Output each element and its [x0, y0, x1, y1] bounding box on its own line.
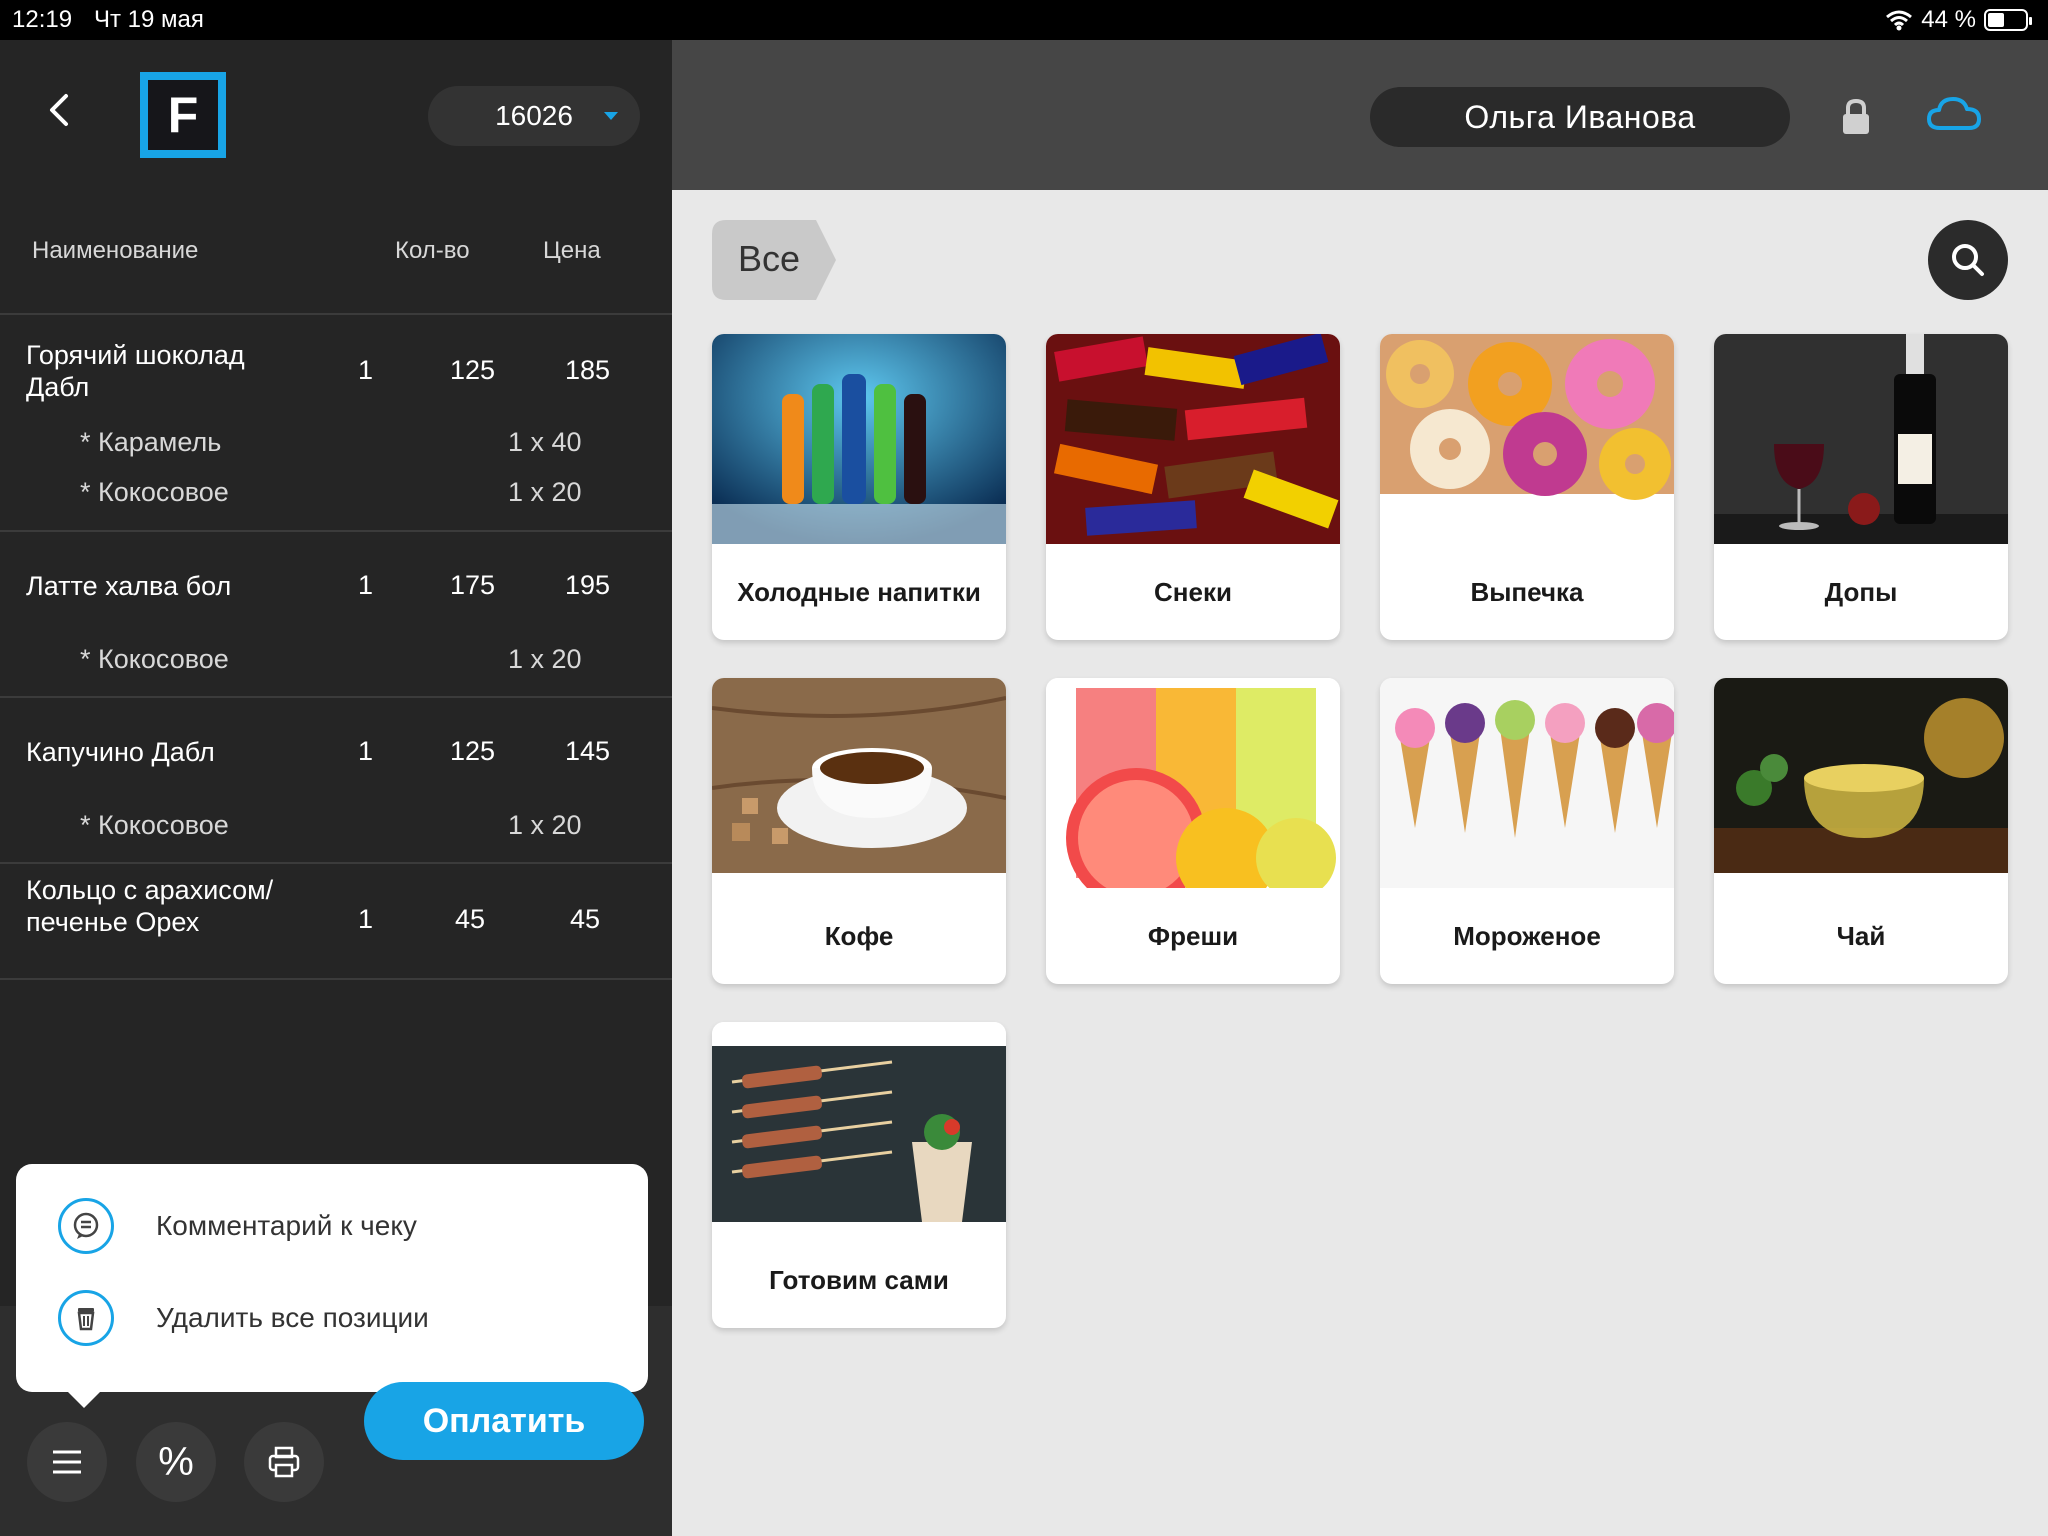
- print-button[interactable]: [244, 1422, 324, 1502]
- category-label: Выпечка: [1470, 577, 1584, 607]
- tea-image: [1714, 678, 2008, 888]
- wifi-icon: [1886, 10, 1913, 31]
- modifier-name: * Кокосовое: [80, 477, 229, 507]
- modifier-name: * Карамель: [80, 427, 222, 457]
- cold-drinks-image: [712, 334, 1006, 544]
- fresh-juice-image: [1046, 678, 1340, 888]
- app-logo: F: [140, 72, 226, 158]
- category-card-cold-drinks[interactable]: Холодные напитки: [712, 334, 1006, 640]
- coffee-image: [712, 678, 1006, 888]
- item-qty: 1: [358, 736, 374, 766]
- item-price: 125: [450, 736, 496, 766]
- modifier-value: 1 x 20: [508, 477, 582, 507]
- top-bar: Ольга Иванова: [672, 40, 2048, 190]
- search-icon: [1952, 244, 1984, 276]
- category-card-snacks[interactable]: Снеки: [1046, 334, 1340, 640]
- comment-icon: [58, 1198, 114, 1254]
- search-button[interactable]: [1928, 220, 2008, 300]
- hamburger-icon: [53, 1450, 81, 1474]
- item-name: Капучино Дабл: [26, 737, 215, 767]
- lock-icon[interactable]: [1840, 98, 1872, 136]
- category-card-fresh-juice[interactable]: Фреши: [1046, 678, 1340, 984]
- category-card-tea[interactable]: Чай: [1714, 678, 2008, 984]
- all-categories-tag[interactable]: Все: [712, 220, 836, 300]
- modifier-value: 1 x 40: [508, 427, 582, 457]
- percent-icon: %: [158, 1439, 194, 1484]
- chevron-left-icon: [50, 94, 68, 126]
- column-price: Цена: [543, 237, 601, 264]
- status-bar: 12:19 Чт 19 мая 44 %: [0, 0, 2048, 40]
- category-card-ice-cream[interactable]: Мороженое: [1380, 678, 1674, 984]
- pay-button[interactable]: Оплатить: [364, 1382, 644, 1460]
- category-card-coffee[interactable]: Кофе: [712, 678, 1006, 984]
- battery-icon: [1984, 9, 2032, 31]
- item-qty: 1: [358, 355, 374, 385]
- menu-button[interactable]: [27, 1422, 107, 1502]
- item-total: 185: [565, 355, 611, 385]
- comment-menu-label: Комментарий к чеку: [156, 1210, 417, 1241]
- order-menu-popup: Комментарий к чеку Удалить все позиции: [16, 1164, 648, 1408]
- item-total: 145: [565, 736, 611, 766]
- user-name: Ольга Иванова: [1464, 98, 1696, 135]
- order-item-row[interactable]: Латте халва бол 1 175 195 * Кокосовое 1 …: [0, 534, 672, 698]
- category-label: Холодные напитки: [737, 577, 981, 607]
- pastry-image: [1380, 334, 1674, 544]
- category-card-homemade[interactable]: Готовим сами: [712, 1022, 1006, 1328]
- comment-menu-item[interactable]: Комментарий к чеку: [58, 1196, 417, 1256]
- order-item-row[interactable]: Горячий шоколад Дабл 1 125 185 * Карамел…: [0, 317, 672, 532]
- item-name: Кольцо с арахисом/печенье Орех: [26, 875, 274, 937]
- item-total: 195: [565, 570, 611, 600]
- modifier-value: 1 x 20: [508, 810, 582, 840]
- order-table-header: Наименование Кол-во Цена: [0, 215, 672, 315]
- extras-image: [1714, 334, 2008, 544]
- item-price: 175: [450, 570, 496, 600]
- order-number-select[interactable]: 16026: [428, 86, 640, 146]
- column-qty: Кол-во: [395, 237, 470, 264]
- category-label: Кофе: [824, 921, 894, 951]
- category-label: Снеки: [1154, 577, 1232, 607]
- delete-all-menu-item[interactable]: Удалить все позиции: [58, 1288, 429, 1348]
- category-label: Мороженое: [1453, 921, 1601, 951]
- order-number: 16026: [495, 100, 573, 131]
- modifier-name: * Кокосовое: [80, 644, 229, 674]
- all-categories-label: Все: [738, 238, 801, 279]
- cloud-icon[interactable]: [1926, 94, 1982, 134]
- battery-percent: 44 %: [1921, 6, 1976, 33]
- category-label: Допы: [1824, 577, 1898, 607]
- category-card-extras[interactable]: Допы: [1714, 334, 2008, 640]
- category-label: Фреши: [1147, 921, 1239, 951]
- item-price: 125: [450, 355, 496, 385]
- category-label: Готовим сами: [769, 1265, 949, 1295]
- trash-icon: [58, 1290, 114, 1346]
- item-qty: 1: [358, 904, 374, 934]
- item-qty: 1: [358, 570, 374, 600]
- ice-cream-image: [1380, 678, 1674, 888]
- order-item-row[interactable]: Кольцо с арахисом/печенье Орех 1 45 45: [0, 866, 672, 980]
- order-item-row[interactable]: Капучино Дабл 1 125 145 * Кокосовое 1 x …: [0, 700, 672, 864]
- back-button[interactable]: [40, 90, 80, 130]
- item-price: 45: [455, 904, 486, 934]
- item-name: Латте халва бол: [26, 571, 232, 601]
- status-date: Чт 19 мая: [94, 6, 204, 33]
- item-name: Горячий шоколад Дабл: [26, 340, 245, 402]
- homemade-image: [712, 1022, 1006, 1232]
- category-label: Чай: [1836, 921, 1886, 951]
- item-total: 45: [570, 904, 601, 934]
- delete-all-menu-label: Удалить все позиции: [156, 1302, 429, 1333]
- status-right: 44 %: [1885, 6, 2032, 34]
- discount-button[interactable]: %: [136, 1422, 216, 1502]
- column-name: Наименование: [32, 237, 199, 264]
- snacks-image: [1046, 334, 1340, 544]
- modifier-value: 1 x 20: [508, 644, 582, 674]
- modifier-name: * Кокосовое: [80, 810, 229, 840]
- status-time: 12:19: [12, 6, 73, 33]
- printer-icon: [268, 1446, 300, 1478]
- catalog-area: Все Холодные напитки Снеки Выпечка Допы …: [672, 190, 2048, 1536]
- user-button[interactable]: Ольга Иванова: [1370, 87, 1790, 147]
- category-card-pastry[interactable]: Выпечка: [1380, 334, 1674, 640]
- caret-down-icon: [604, 112, 618, 120]
